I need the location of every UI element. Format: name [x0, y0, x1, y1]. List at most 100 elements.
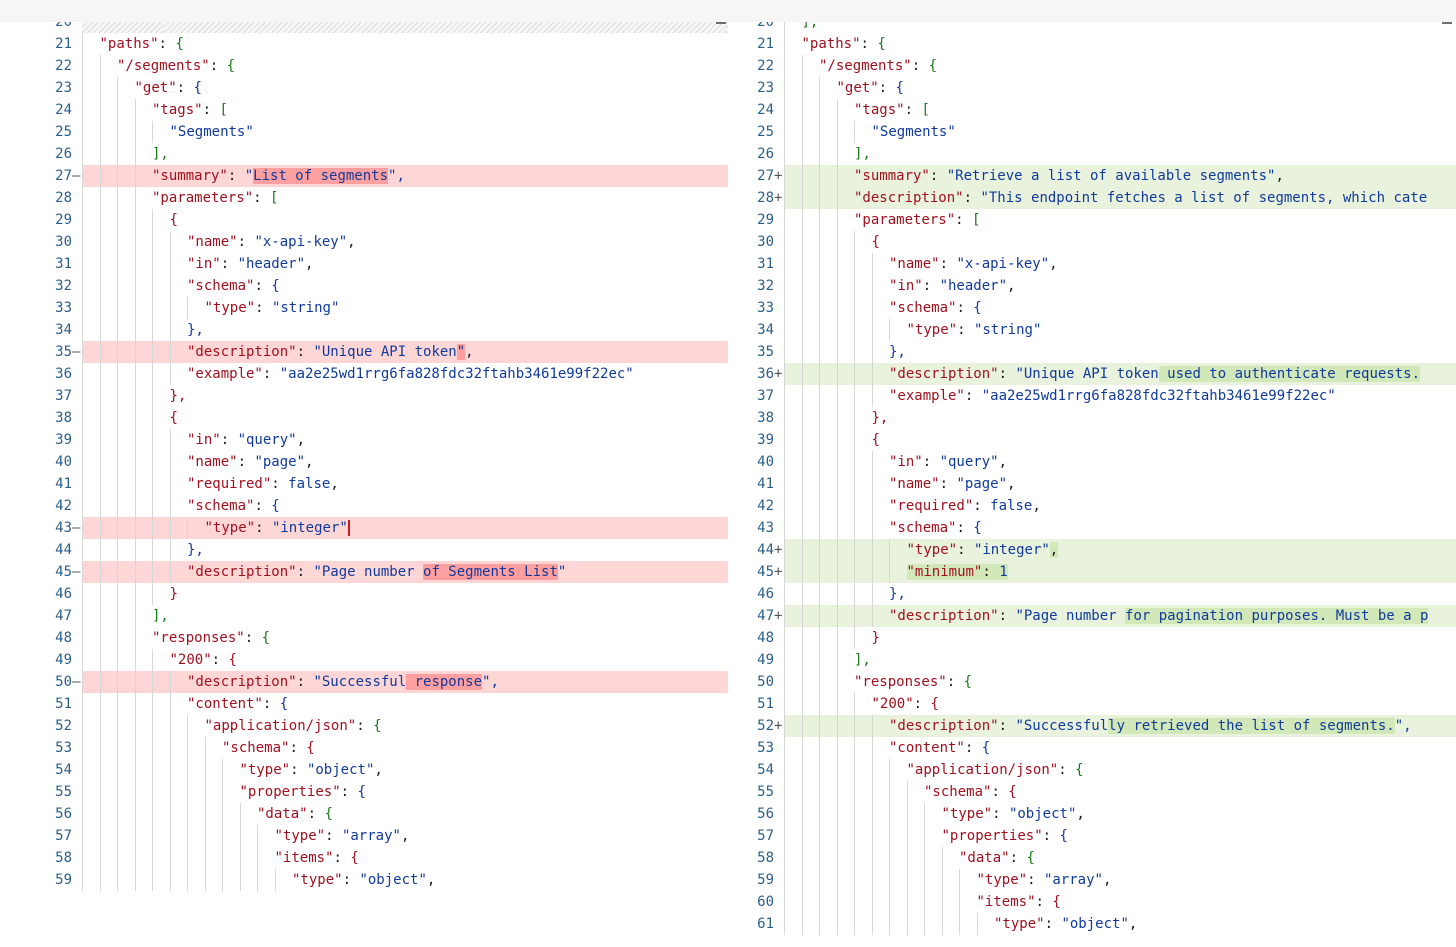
code-line[interactable]: 37}, [0, 385, 730, 407]
code-line[interactable]: 39 { [730, 429, 1456, 451]
code-text[interactable]: "paths": { [784, 33, 886, 55]
deleted-line[interactable]: 45— "description": "Page number of Segmen… [0, 561, 730, 583]
code-line[interactable]: 34}, [0, 319, 730, 341]
code-text[interactable]: "name": "page", [82, 451, 313, 473]
code-text[interactable]: "description": "This endpoint fetches a … [784, 187, 1427, 209]
code-line[interactable]: 57 "type": "array", [0, 825, 730, 847]
code-text[interactable]: "get": { [784, 77, 904, 99]
code-text[interactable]: "schema": { [82, 275, 280, 297]
code-line[interactable]: 37 "example": "aa2e25wd1rrg6fa828fdc32fta… [730, 385, 1456, 407]
code-text[interactable]: "/segments": { [82, 55, 235, 77]
code-text[interactable]: "type": "object", [784, 913, 1137, 935]
deleted-line[interactable]: 43— "type": "integer" [0, 517, 730, 539]
code-line[interactable]: 21 "paths": { [0, 33, 730, 55]
code-line[interactable]: 31 "name": "x-api-key", [730, 253, 1456, 275]
code-text[interactable]: "name": "x-api-key", [784, 253, 1058, 275]
code-line[interactable]: 23 "get": { [730, 77, 1456, 99]
code-text[interactable]: "minimum": 1 [784, 561, 1008, 583]
code-text[interactable]: "schema": { [82, 737, 315, 759]
code-line[interactable]: 60 "items": { [730, 891, 1456, 913]
added-line[interactable]: 52 + "description": "Successfully retrieve… [730, 715, 1456, 737]
code-text[interactable]: "items": { [784, 891, 1061, 913]
code-text[interactable]: "example": "aa2e25wd1rrg6fa828fdc32ftahb… [784, 385, 1336, 407]
code-text[interactable]: "in": "query", [82, 429, 305, 451]
code-text[interactable]: ], [82, 605, 169, 627]
code-text[interactable]: "in": "header", [82, 253, 313, 275]
code-line[interactable]: 22 "/segments": { [0, 55, 730, 77]
code-line[interactable]: 31 "in": "header", [0, 253, 730, 275]
code-text[interactable]: "application/json": { [82, 715, 382, 737]
code-line[interactable]: 49 "200": { [0, 649, 730, 671]
code-line[interactable]: 35}, [730, 341, 1456, 363]
code-line[interactable]: 61 "type": "object", [730, 913, 1456, 935]
code-line[interactable]: 40 "name": "page", [0, 451, 730, 473]
code-line[interactable]: 49], [730, 649, 1456, 671]
code-line[interactable]: 52 "application/json": { [0, 715, 730, 737]
added-line[interactable]: 27 + "summary": "Retrieve a list of availa… [730, 165, 1456, 187]
code-line[interactable]: 41 "required": false, [0, 473, 730, 495]
code-text[interactable]: "content": { [784, 737, 990, 759]
code-line[interactable]: 51 "200": { [730, 693, 1456, 715]
code-text[interactable]: "Segments" [82, 121, 254, 143]
code-line[interactable]: 50 "responses": { [730, 671, 1456, 693]
code-text[interactable]: "tags": [ [82, 99, 228, 121]
code-text[interactable]: "type": "array", [82, 825, 410, 847]
code-text[interactable]: ], [784, 143, 871, 165]
code-line[interactable]: 24 "tags": [ [730, 99, 1456, 121]
code-line[interactable]: 51 "content": { [0, 693, 730, 715]
code-line[interactable]: 56 "data": { [0, 803, 730, 825]
original-file-pane[interactable]: 20],21"paths": {22"/segments": {23"get":… [0, 22, 730, 947]
code-text[interactable]: "200": { [82, 649, 237, 671]
code-text[interactable]: "schema": { [784, 517, 982, 539]
code-text[interactable]: "description": "Unique API token", [82, 341, 474, 363]
code-line[interactable]: 59 "type": "object", [0, 869, 730, 891]
code-line[interactable]: 58 "items": { [0, 847, 730, 869]
code-line[interactable]: 26], [0, 143, 730, 165]
code-text[interactable]: "type": "object", [784, 803, 1085, 825]
code-text[interactable]: "type": "object", [82, 869, 435, 891]
added-line[interactable]: 28 + "description": "This endpoint fetches… [730, 187, 1456, 209]
code-text[interactable]: ], [82, 143, 169, 165]
diff-spacer-row[interactable] [82, 22, 728, 33]
added-line[interactable]: 36 + "description": "Unique API token used… [730, 363, 1456, 385]
code-line[interactable]: 20], [730, 22, 1456, 33]
code-text[interactable]: "get": { [82, 77, 202, 99]
code-line[interactable]: 34 "type": "string" [730, 319, 1456, 341]
code-line[interactable]: 46}, [730, 583, 1456, 605]
code-text[interactable]: "200": { [784, 693, 939, 715]
code-line[interactable]: 30 "name": "x-api-key", [0, 231, 730, 253]
code-line[interactable]: 32 "in": "header", [730, 275, 1456, 297]
code-line[interactable]: 38 { [0, 407, 730, 429]
deleted-line[interactable]: 27— "summary": "List of segments", [0, 165, 730, 187]
code-line[interactable]: 43 "schema": { [730, 517, 1456, 539]
code-line[interactable]: 23 "get": { [0, 77, 730, 99]
code-text[interactable]: }, [82, 539, 204, 561]
code-text[interactable]: "name": "page", [784, 473, 1015, 495]
code-text[interactable]: "description": "Page number for paginati… [784, 605, 1429, 627]
code-text[interactable]: "responses": { [784, 671, 972, 693]
code-text[interactable]: "description": "Successful response", [82, 671, 499, 693]
code-line[interactable]: 42 "required": false, [730, 495, 1456, 517]
code-text[interactable]: "content": { [82, 693, 288, 715]
code-line[interactable]: 32 "schema": { [0, 275, 730, 297]
code-line[interactable]: 26], [730, 143, 1456, 165]
code-line[interactable]: 24 "tags": [ [0, 99, 730, 121]
code-text[interactable]: "properties": { [784, 825, 1068, 847]
code-text[interactable]: } [784, 627, 880, 649]
code-line[interactable]: 33 "type": "string" [0, 297, 730, 319]
code-text[interactable]: } [82, 583, 178, 605]
code-text[interactable]: { [82, 407, 178, 429]
code-text[interactable]: "type": "array", [784, 869, 1112, 891]
code-text[interactable]: "schema": { [784, 297, 982, 319]
code-line[interactable]: 42 "schema": { [0, 495, 730, 517]
code-text[interactable]: "in": "header", [784, 275, 1015, 297]
code-line[interactable]: 47], [0, 605, 730, 627]
deleted-line[interactable]: 50— "description": "Successful response", [0, 671, 730, 693]
code-text[interactable]: "required": false, [784, 495, 1041, 517]
code-line[interactable]: 30 { [730, 231, 1456, 253]
code-line[interactable]: 28 "parameters": [ [0, 187, 730, 209]
scrollbar-marker[interactable] [1442, 22, 1452, 24]
code-text[interactable]: { [784, 429, 880, 451]
code-text[interactable]: "description": "Successfully retrieved t… [784, 715, 1412, 737]
code-text[interactable]: }, [82, 385, 187, 407]
